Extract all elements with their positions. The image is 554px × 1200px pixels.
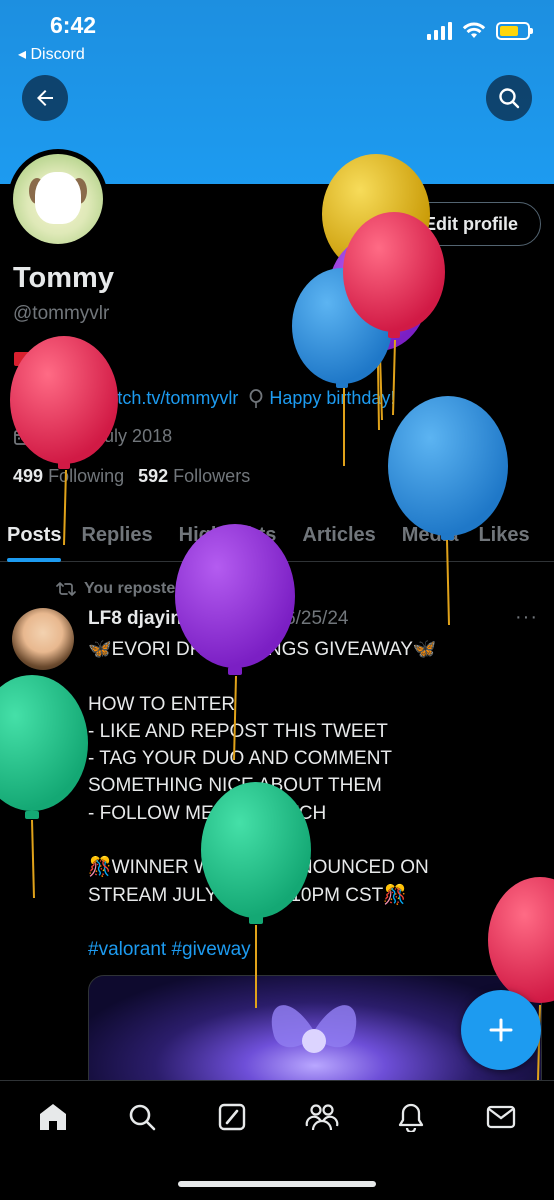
post-hashtags[interactable]: #valorant #giveway [88,936,528,963]
calendar-icon [14,429,30,445]
butterfly-artwork [271,1005,357,1053]
nav-home[interactable] [34,1098,72,1136]
tab-replies[interactable]: Replies [81,508,152,562]
battery-icon [496,22,533,40]
balloon-icon [249,388,263,408]
post-line: SOMETHING NICE ABOUT THEM [88,775,382,797]
more-options-button[interactable]: ··· [515,606,538,629]
followers-label: Followers [173,466,251,486]
post-date[interactable]: · 6/25/24 [273,608,348,630]
communities-icon [305,1104,339,1131]
tab-articles[interactable]: Articles [302,508,375,562]
compose-post-button[interactable] [461,990,541,1070]
website-link[interactable]: twitch.tv/tommyvlr [95,388,238,409]
nav-messages[interactable] [482,1098,520,1136]
plus-icon [489,1018,513,1042]
following-label: Following [48,466,125,486]
arrow-left-icon [37,90,53,106]
post-line: - LIKE AND REPOST THIS TWEET [88,720,388,742]
grok-icon [218,1103,246,1131]
nav-communities[interactable] [303,1098,341,1136]
profile-meta: WA twitch.tv/tommyvlr Happy birthday! [13,388,395,409]
status-icons [427,22,533,40]
profile-display-name: Tommy [13,262,114,294]
post-author-avatar[interactable] [12,608,74,670]
repost-indicator: You reposted [56,580,185,598]
tab-media[interactable]: Media [402,508,459,562]
post-header: LF8 djayin @djayin_ · 6/25/24 [88,608,348,630]
location-item: WA [13,388,62,409]
repost-text: You reposted [84,580,186,597]
edit-profile-button[interactable]: Edit profile [401,202,541,246]
post-line: STREAM JULY 5TH AT 10PM CST🎊 [88,884,407,906]
following-count: 499 [13,466,44,486]
website-item[interactable]: twitch.tv/tommyvlr [72,388,238,409]
tab-likes[interactable]: Likes [478,508,529,562]
wifi-icon [462,22,486,38]
bottom-navigation [0,1080,554,1200]
repost-icon [56,582,76,596]
birthday-item: Happy birthday! [248,388,395,409]
post-line: - TAG YOUR DUO AND COMMENT [88,748,393,770]
profile-avatar[interactable] [8,149,108,249]
home-indicator [178,1181,376,1187]
location-pin-icon [14,389,28,408]
tab-posts[interactable]: Posts [7,508,62,562]
notifications-icon [399,1103,424,1132]
post-text: 🦋EVORI DREAMWINGS GIVEAWAY🦋 HOW TO ENTER… [88,636,528,964]
back-to-app-link[interactable]: ◂ Discord [18,44,85,64]
followers-link[interactable]: 592 Followers [138,466,250,487]
profile-tabs: Posts Replies Highlights Articles Media … [0,508,554,562]
status-time: 6:42 [50,12,97,38]
link-icon [74,391,89,406]
post-line: 🎊WINNER WILL BE ANNOUNCED ON [88,857,429,879]
balloon-green-left [0,675,88,899]
birthday-text: Happy birthday! [269,388,396,408]
joined-date: Joined July 2018 [13,426,172,447]
back-button[interactable] [22,75,68,121]
following-link[interactable]: 499 Following [13,466,124,487]
tab-highlights[interactable]: Highlights [179,508,277,562]
followers-count: 592 [138,466,169,486]
nav-grok[interactable] [213,1098,251,1136]
search-icon [130,1104,156,1131]
home-icon [39,1104,66,1130]
flag-icon [14,352,36,366]
search-button[interactable] [486,75,532,121]
location-text: WA [34,388,63,408]
balloon-blue-small [292,268,392,466]
signal-icon [427,22,452,40]
post-line: - FOLLOW ME ON TWITCH [88,802,327,824]
joined-text: Joined July 2018 [37,426,173,446]
follow-stats: 499 Following 592 Followers [13,466,250,487]
messages-icon [486,1105,516,1129]
post-author-handle[interactable]: @djayin_ [188,608,268,630]
post-author-name[interactable]: LF8 djayin [88,608,182,630]
post-line: HOW TO ENTER [88,693,236,715]
nav-search[interactable] [123,1098,161,1136]
avatar-image [13,154,103,244]
search-icon [499,88,520,109]
profile-handle: @tommyvlr [13,303,110,324]
nav-notifications[interactable] [392,1098,430,1136]
post-line: 🦋EVORI DREAMWINGS GIVEAWAY🦋 [88,639,437,660]
